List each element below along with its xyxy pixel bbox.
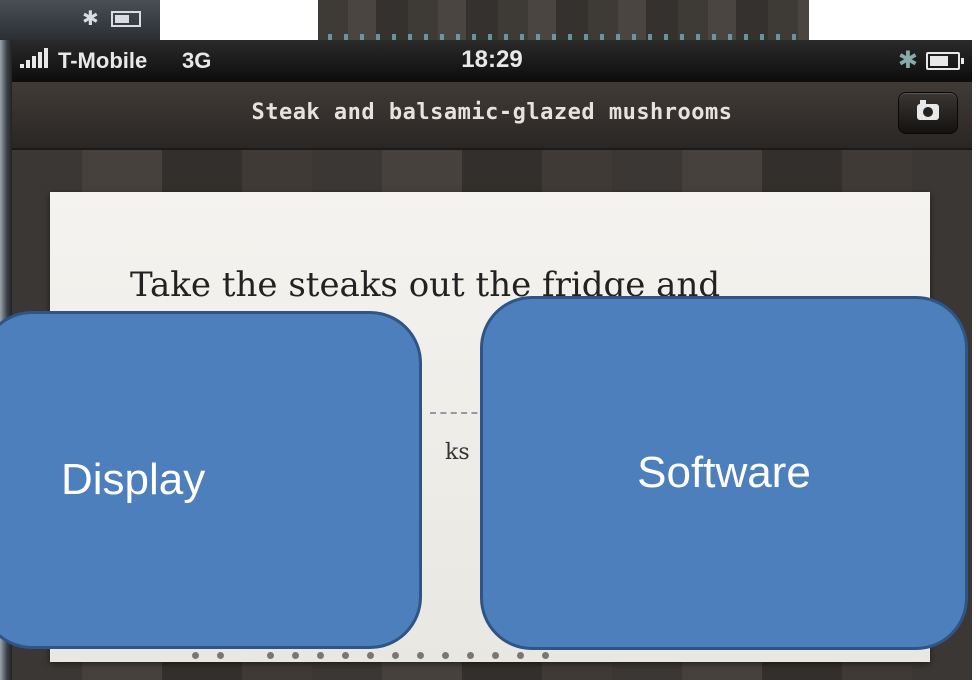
page-dot[interactable] — [492, 652, 499, 659]
battery-icon — [926, 52, 964, 70]
battery-icon — [110, 10, 141, 27]
bluetooth-icon: ✱ — [82, 8, 99, 30]
page-dot[interactable] — [267, 652, 274, 659]
page-dot[interactable] — [442, 652, 449, 659]
page-dot[interactable] — [467, 652, 474, 659]
page-dot[interactable] — [417, 652, 424, 659]
page-dot[interactable] — [367, 652, 374, 659]
page-dot[interactable] — [292, 652, 299, 659]
page-dot[interactable] — [542, 652, 549, 659]
page-dot[interactable] — [217, 652, 224, 659]
recipe-step-subtext: ks — [445, 440, 470, 465]
page-dot[interactable] — [517, 652, 524, 659]
camera-button[interactable] — [898, 92, 958, 134]
page-indicator[interactable] — [192, 652, 549, 659]
top-wood-strip — [318, 0, 809, 42]
display-callout-label: Display — [61, 455, 206, 504]
software-callout-label: Software — [637, 448, 811, 497]
bluetooth-icon: ✱ — [897, 47, 918, 74]
previous-screenshot-strip: ✱ — [0, 0, 160, 40]
page-dot[interactable] — [342, 652, 349, 659]
display-callout: Display — [0, 311, 422, 649]
page-dot[interactable] — [317, 652, 324, 659]
navigation-bar: Steak and balsamic-glazed mushrooms — [12, 82, 972, 150]
clock: 18:29 — [461, 46, 523, 73]
status-bar: T-Mobile 3G 18:29 ✱ — [12, 40, 972, 82]
side-status-icons: ✱ — [82, 6, 141, 31]
software-callout: Software — [480, 296, 968, 650]
recipe-title: Steak and balsamic-glazed mushrooms — [251, 100, 733, 125]
page-dot[interactable] — [242, 652, 249, 659]
page-dot[interactable] — [192, 652, 199, 659]
page-dot[interactable] — [392, 652, 399, 659]
camera-icon — [917, 100, 939, 120]
